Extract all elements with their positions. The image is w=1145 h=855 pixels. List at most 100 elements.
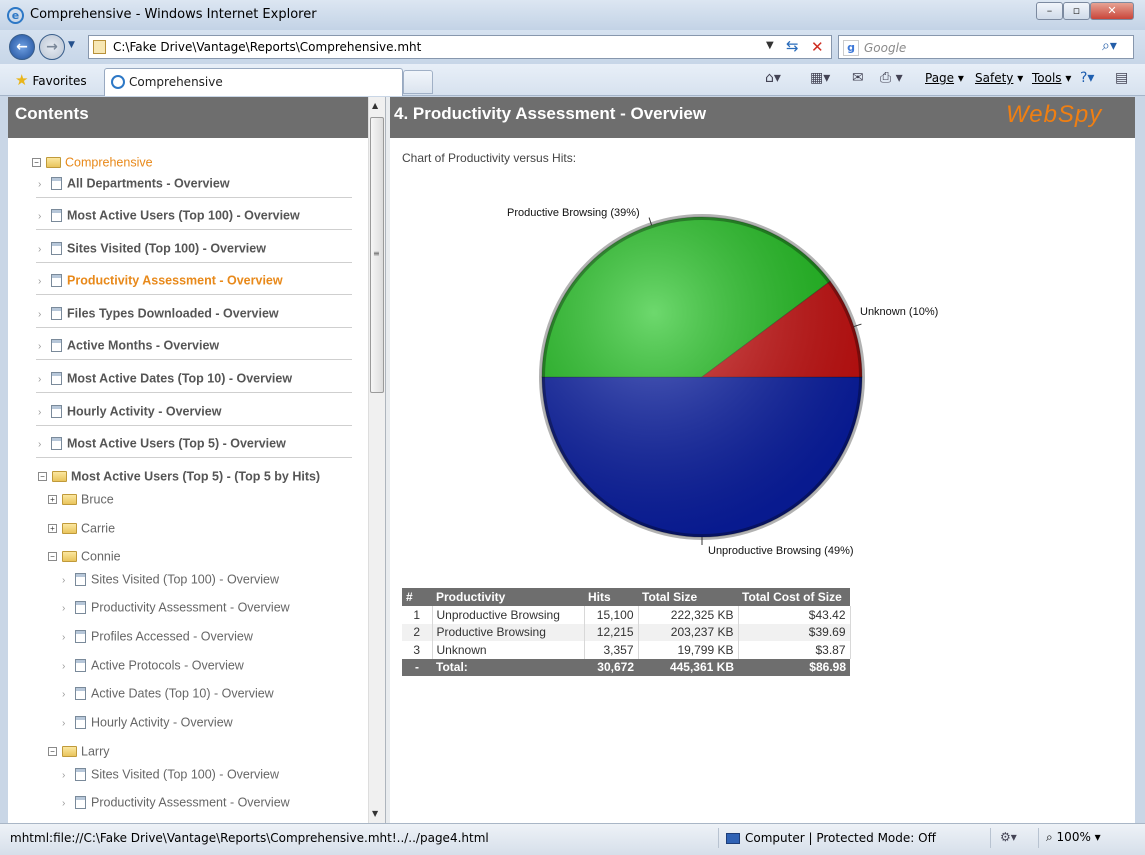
tree-item-label: Productivity Assessment - Overview [67, 273, 283, 288]
tree-item[interactable]: › Productivity Assessment - Overview [62, 600, 290, 618]
chevron-right-icon: › [38, 244, 42, 255]
table-cell: $3.87 [738, 641, 851, 659]
tree-item[interactable]: − Comprehensive [32, 155, 153, 173]
ie-tab-icon [111, 75, 125, 89]
navigation-bar: ← → ▼ C:\Fake Drive\Vantage\Reports\Comp… [0, 30, 1145, 64]
tree-item[interactable]: › Hourly Activity - Overview [62, 715, 233, 733]
tree-item-label: Connie [81, 549, 121, 564]
tree-separator [36, 457, 352, 458]
tree-item[interactable]: › Productivity Assessment - Overview [38, 273, 283, 291]
table-cell: Unproductive Browsing [432, 606, 585, 624]
tree-item[interactable]: › Sites Visited (Top 100) - Overview [62, 572, 279, 590]
print-icon[interactable]: ⎙ ▾ [880, 70, 903, 86]
new-tab-button[interactable] [403, 70, 433, 94]
tree-item[interactable]: › Sites Visited (Top 100) - Overview [38, 241, 266, 259]
tree-item-label: Active Dates (Top 10) - Overview [91, 686, 274, 701]
table-row: 2 Productive Browsing 12,215 203,237 KB … [402, 623, 851, 641]
tree-item[interactable]: + Carrie [48, 521, 115, 539]
chevron-right-icon: › [62, 575, 66, 586]
folder-icon [62, 523, 77, 535]
search-input[interactable]: Google [864, 41, 906, 55]
close-button[interactable]: ✕ [1090, 2, 1134, 20]
folder-icon [62, 746, 77, 758]
safety-menu[interactable]: Safety ▾ [975, 71, 1023, 85]
home-icon[interactable]: ⌂▾ [765, 70, 781, 86]
tree-item-label: Sites Visited (Top 100) - Overview [91, 572, 280, 587]
tree-item[interactable]: › Files Types Downloaded - Overview [38, 306, 279, 324]
security-zone[interactable]: Computer | Protected Mode: Off [726, 831, 936, 845]
recent-pages-dropdown[interactable]: ▼ [68, 40, 75, 50]
minimize-button[interactable]: – [1036, 2, 1063, 20]
tree-item[interactable]: › Active Protocols - Overview [62, 658, 244, 676]
pie-gloss [539, 214, 865, 540]
tree-item-label: Most Active Dates (Top 10) - Overview [67, 371, 293, 386]
tree-item[interactable]: › Most Active Dates (Top 10) - Overview [38, 371, 292, 389]
tree-item-label: Hourly Activity - Overview [91, 715, 233, 730]
table-cell: 19,799 KB [638, 641, 739, 659]
report-icon [75, 659, 86, 673]
search-box[interactable]: g Google ⌕▾ [838, 35, 1134, 59]
feeds-icon[interactable]: ▦▾ [810, 70, 830, 86]
scroll-up-icon[interactable]: ▲ [372, 101, 378, 110]
window-title-bar: e Comprehensive - Windows Internet Explo… [0, 0, 1145, 30]
zoom-control[interactable]: ⌕ 100% ▾ [1046, 830, 1101, 845]
security-zone-label: Computer | Protected Mode: Off [745, 831, 936, 845]
tree-item[interactable]: › Hourly Activity - Overview [38, 404, 221, 422]
tree-item-label: Most Active Users (Top 100) - Overview [67, 208, 300, 223]
page-icon [93, 40, 106, 54]
tab-comprehensive[interactable]: Comprehensive [104, 68, 403, 96]
report-icon [51, 177, 62, 191]
status-separator [990, 828, 991, 848]
col-header-total-size: Total Size [638, 588, 738, 606]
favorites-label: Favorites [32, 74, 87, 88]
tree-item[interactable]: › Active Dates (Top 10) - Overview [62, 686, 274, 704]
tree-item[interactable]: − Most Active Users (Top 5) - (Top 5 by H… [38, 469, 320, 487]
search-icon[interactable]: ⌕▾ [1102, 38, 1117, 54]
contents-panel: Contents − Comprehensive › All Departments … [8, 97, 368, 823]
tools-menu[interactable]: Tools ▾ [1032, 71, 1071, 85]
read-mail-icon[interactable]: ✉ [852, 70, 864, 86]
maximize-button[interactable]: ▫ [1063, 2, 1090, 20]
tree-item[interactable]: › Most Active Users (Top 5) - Overview [38, 436, 286, 454]
tree-item[interactable]: › All Departments - Overview [38, 176, 230, 194]
table-cell: $86.98 [738, 658, 850, 676]
tree-item[interactable]: − Larry [48, 744, 109, 762]
report-icon [51, 307, 62, 321]
report-header: 4. Productivity Assessment - Overview We… [390, 97, 1135, 138]
tree-item[interactable]: › Profiles Accessed - Overview [62, 629, 253, 647]
tree-item-label: Sites Visited (Top 100) - Overview [67, 241, 266, 256]
tree-item-label: Most Active Users (Top 5) - (Top 5 by Hi… [71, 469, 321, 484]
tree-item[interactable]: › Active Months - Overview [38, 338, 219, 356]
tree-item[interactable]: + Bruce [48, 492, 114, 510]
tree-item[interactable]: › Productivity Assessment - Overview [62, 795, 290, 813]
tree-item-label: Larry [81, 744, 110, 759]
status-separator [1038, 828, 1039, 848]
help-icon[interactable]: ?▾ [1080, 70, 1094, 86]
report-icon [51, 242, 62, 256]
research-icon[interactable]: ▤ [1115, 70, 1128, 86]
stop-icon[interactable]: ✕ [811, 38, 824, 56]
forward-button[interactable]: → [39, 34, 65, 60]
contents-scrollbar[interactable]: ▲ ≡ ▼ [368, 97, 385, 823]
tree-item-label: Profiles Accessed - Overview [91, 629, 253, 644]
folder-icon [52, 471, 67, 483]
table-header-row: # Productivity Hits Total Size Total Cos… [402, 588, 850, 606]
refresh-icon[interactable]: ⇆ [786, 37, 799, 55]
window-title: Comprehensive - Windows Internet Explore… [30, 7, 317, 22]
tree-item[interactable]: › Sites Visited (Top 100) - Overview [62, 767, 279, 785]
scroll-down-icon[interactable]: ▼ [372, 809, 378, 818]
address-url[interactable]: C:\Fake Drive\Vantage\Reports\Comprehens… [113, 40, 421, 54]
report-icon [75, 630, 86, 644]
tree-item[interactable]: › Most Active Users (Top 100) - Overview [38, 208, 300, 226]
back-button[interactable]: ← [9, 34, 35, 60]
table-cell: 222,325 KB [638, 606, 739, 624]
table-cell: 12,215 [584, 623, 639, 641]
address-dropdown-icon[interactable]: ▼ [766, 40, 774, 51]
favorites-button[interactable]: ★ Favorites [8, 68, 96, 92]
protected-mode-icon[interactable]: ⚙▾ [1000, 830, 1017, 844]
address-bar[interactable]: C:\Fake Drive\Vantage\Reports\Comprehens… [88, 35, 832, 59]
report-icon [51, 274, 62, 288]
tree-separator [36, 425, 352, 426]
page-menu[interactable]: Page ▾ [925, 71, 964, 85]
tree-item[interactable]: − Connie [48, 549, 121, 567]
